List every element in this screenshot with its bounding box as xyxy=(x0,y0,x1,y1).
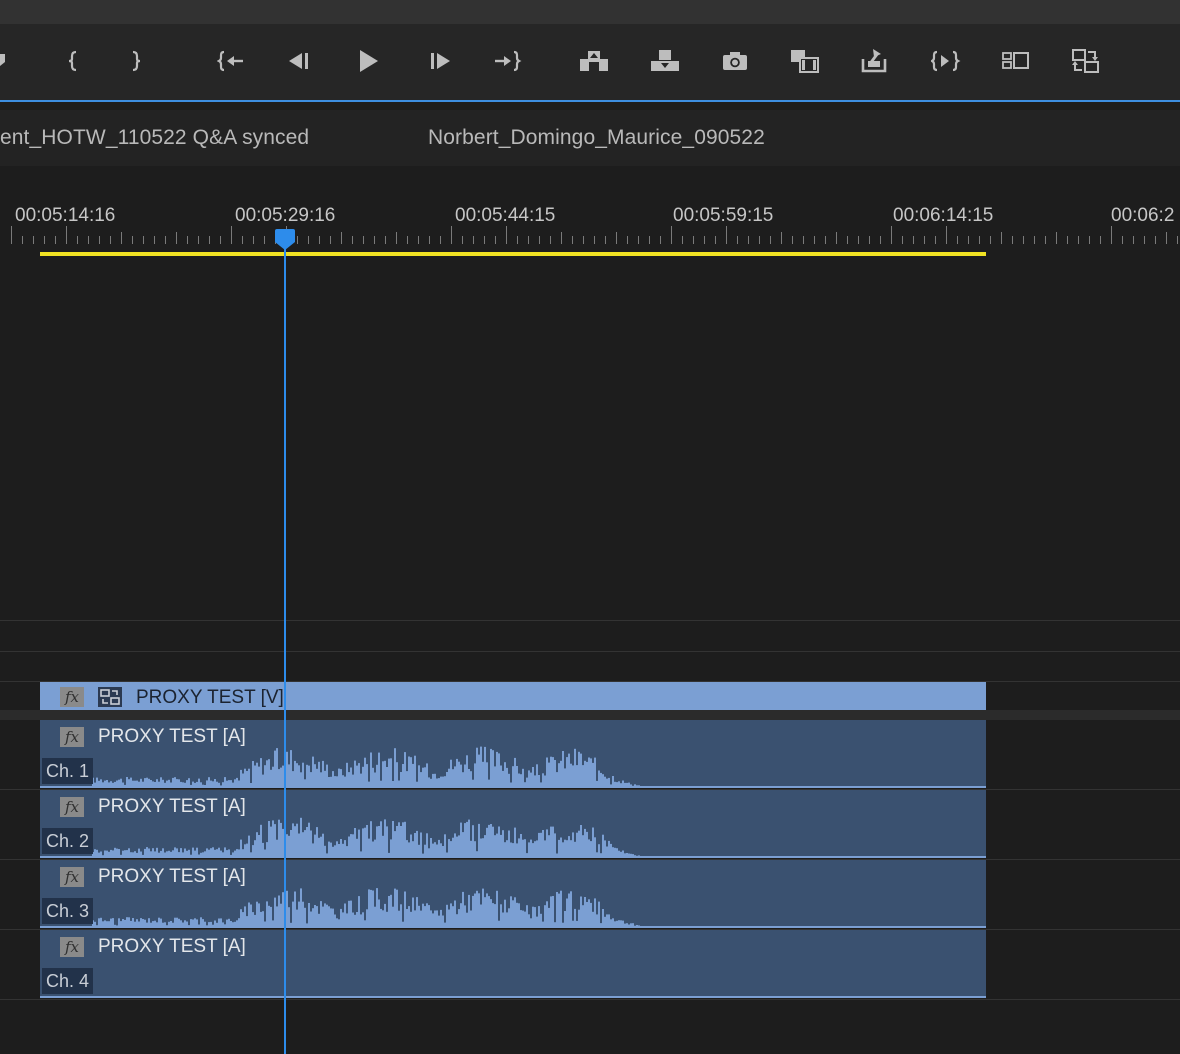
channel-badge: Ch. 1 xyxy=(42,758,94,784)
audio-clip-3[interactable]: fx PROXY TEST [A] Ch. 3 xyxy=(40,860,986,928)
audio-clip-label: PROXY TEST [A] xyxy=(98,726,246,747)
panel-header-strip xyxy=(0,0,1180,24)
toolbar-divider xyxy=(0,100,1180,102)
step-back-icon xyxy=(289,53,308,69)
play-icon xyxy=(360,50,378,72)
step-back-button[interactable] xyxy=(280,40,320,82)
audio-clip-label: PROXY TEST [A] xyxy=(98,936,246,957)
track-divider xyxy=(0,999,1180,1000)
audio-clip-4[interactable]: fx PROXY TEST [A] Ch. 4 xyxy=(40,930,986,998)
channel-badge: Ch. 2 xyxy=(42,828,94,854)
trim-icon xyxy=(931,50,961,72)
channel-badge: Ch. 4 xyxy=(42,968,94,994)
camera-icon xyxy=(723,52,747,70)
comparison-view-icon xyxy=(791,50,819,73)
sequence-tab-left[interactable]: ent_HOTW_110522 Q&A synced xyxy=(0,126,309,150)
audio-clip-1[interactable]: fx PROXY TEST [A] Ch. 1 xyxy=(40,720,986,788)
insert-button[interactable] xyxy=(574,40,614,82)
overwrite-icon xyxy=(651,50,679,71)
go-to-in-icon xyxy=(217,50,243,72)
add-marker-button[interactable] xyxy=(0,40,28,82)
video-clip[interactable]: fx PROXY TEST [V] xyxy=(40,682,986,710)
ruler-ticks xyxy=(11,226,1178,244)
multicam-icon xyxy=(1002,52,1029,69)
fx-badge-icon[interactable]: fx xyxy=(60,937,84,957)
track-divider xyxy=(0,651,1180,652)
marker-icon xyxy=(0,54,5,66)
go-to-out-icon xyxy=(495,50,522,72)
step-forward-button[interactable] xyxy=(421,40,461,82)
channel-badge: Ch. 3 xyxy=(42,898,94,924)
track-divider xyxy=(0,620,1180,621)
lift-button[interactable] xyxy=(855,40,895,82)
fx-badge-icon[interactable]: fx xyxy=(60,797,84,817)
overwrite-button[interactable] xyxy=(645,40,685,82)
audio-clip-2[interactable]: fx PROXY TEST [A] Ch. 2 xyxy=(40,790,986,858)
go-to-out-button[interactable] xyxy=(488,40,528,82)
playhead-line xyxy=(284,232,286,1054)
sequence-tab-right[interactable]: Norbert_Domingo_Maurice_090522 xyxy=(428,126,765,150)
toggle-proxies-icon xyxy=(1072,49,1099,73)
transport-toolbar xyxy=(0,24,1180,100)
timeline-panel: ent_HOTW_110522 Q&A synced Norbert_Domin… xyxy=(0,0,1180,1054)
proxy-link-icon xyxy=(98,687,122,707)
toggle-proxies-button[interactable] xyxy=(1066,40,1106,82)
audio-clip-label: PROXY TEST [A] xyxy=(98,866,246,887)
audio-clip-label: PROXY TEST [A] xyxy=(98,796,246,817)
mark-out-button[interactable] xyxy=(121,40,161,82)
video-clip-label: PROXY TEST [V] xyxy=(136,687,284,708)
work-area-bar[interactable] xyxy=(40,252,986,256)
go-to-in-button[interactable] xyxy=(212,40,252,82)
time-ruler[interactable]: 00:05:14:16 00:05:29:16 00:05:44:15 00:0… xyxy=(0,192,1180,254)
fx-badge-icon[interactable]: fx xyxy=(60,727,84,747)
playhead-handle[interactable] xyxy=(274,229,296,251)
video-audio-divider xyxy=(0,710,1180,720)
fx-badge-icon[interactable]: fx xyxy=(60,687,84,707)
export-frame-button[interactable] xyxy=(716,40,756,82)
fx-badge-icon[interactable]: fx xyxy=(60,867,84,887)
play-button[interactable] xyxy=(349,40,389,82)
mark-in-button[interactable] xyxy=(58,40,98,82)
mark-out-icon xyxy=(132,50,141,72)
insert-icon xyxy=(580,51,608,71)
trim-button[interactable] xyxy=(926,40,966,82)
comparison-view-button[interactable] xyxy=(785,40,825,82)
step-forward-icon xyxy=(431,53,450,69)
mark-in-icon xyxy=(68,50,77,72)
lift-icon xyxy=(861,49,887,73)
multicam-button[interactable] xyxy=(996,40,1036,82)
